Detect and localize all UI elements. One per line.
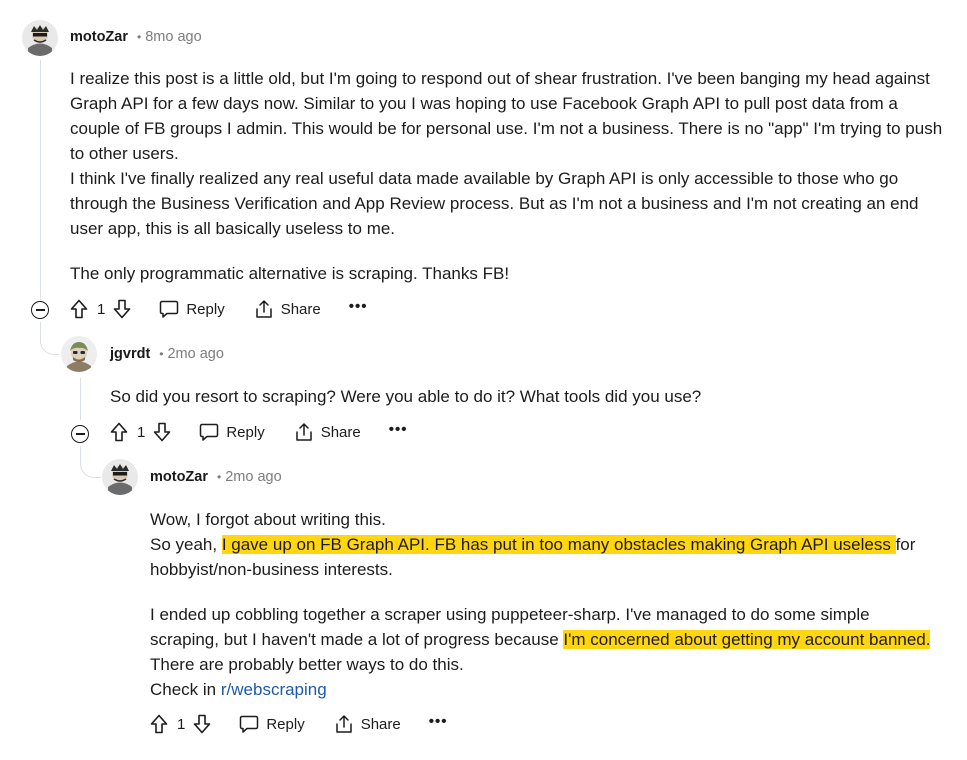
arrow-down-icon — [154, 422, 171, 442]
timestamp[interactable]: 2mo ago — [167, 346, 223, 362]
text-segment: There are probably better ways to do thi… — [150, 655, 464, 674]
comment-paragraph: Check in r/webscraping — [150, 677, 940, 702]
share-label: Share — [320, 423, 361, 441]
timestamp[interactable]: 8mo ago — [145, 29, 201, 45]
comment-header: motoZar • 8mo ago — [70, 29, 202, 45]
upvote-button[interactable] — [150, 714, 168, 734]
thread-line-mid — [80, 378, 81, 420]
speech-bubble-icon — [160, 300, 179, 318]
downvote-button[interactable] — [153, 422, 171, 442]
text-segment: Check in — [150, 680, 221, 699]
arrow-up-icon — [150, 714, 168, 734]
comment-header: jgvrdt • 2mo ago — [110, 346, 224, 362]
avatar[interactable] — [102, 459, 138, 495]
share-label: Share — [360, 715, 401, 733]
share-button[interactable]: Share — [294, 422, 361, 442]
separator-dot: • — [137, 30, 142, 44]
comment-paragraph: So did you resort to scraping? Were you … — [110, 387, 702, 406]
share-icon — [255, 300, 272, 318]
reply-button[interactable]: Reply — [159, 299, 225, 319]
vote-count: 1 — [177, 715, 186, 733]
upvote-button[interactable] — [70, 299, 88, 319]
arrow-up-icon — [110, 422, 128, 442]
text-segment: So yeah, — [150, 535, 222, 554]
upvote-button[interactable] — [110, 422, 128, 442]
more-options-button[interactable]: ••• — [429, 714, 448, 729]
comment-paragraph: The only programmatic alternative is scr… — [70, 264, 510, 283]
comment-paragraph: I think I've finally realized any real u… — [70, 169, 919, 238]
downvote-button[interactable] — [193, 714, 211, 734]
comment-header: motoZar • 2mo ago — [150, 469, 282, 485]
separator-dot: • — [159, 347, 164, 361]
comment-body: I realize this post is a little old, but… — [70, 66, 950, 286]
reply-label: Reply — [186, 300, 225, 318]
comment-body: Wow, I forgot about writing this. So yea… — [150, 507, 940, 702]
share-icon — [295, 423, 312, 441]
reply-label: Reply — [266, 715, 305, 733]
comment-paragraph: I realize this post is a little old, but… — [70, 69, 943, 163]
highlighted-text: I gave up on FB Graph API. FB has put in… — [221, 535, 896, 554]
arrow-down-icon — [194, 714, 211, 734]
speech-bubble-icon — [200, 423, 219, 441]
comment-action-bar: 1 Reply Share ••• — [150, 714, 448, 734]
username[interactable]: jgvrdt — [110, 346, 150, 362]
share-button[interactable]: Share — [334, 714, 401, 734]
timestamp[interactable]: 2mo ago — [225, 469, 281, 485]
arrow-up-icon — [70, 299, 88, 319]
comment-paragraph: Wow, I forgot about writing this. — [150, 510, 386, 529]
avatar[interactable] — [22, 20, 58, 56]
comment-body: So did you resort to scraping? Were you … — [110, 384, 950, 409]
highlighted-text: I'm concerned about getting my account b… — [563, 630, 931, 649]
vote-count: 1 — [137, 423, 146, 441]
vote-count: 1 — [97, 300, 106, 318]
reply-button[interactable]: Reply — [199, 422, 265, 442]
thread-line-top — [40, 60, 41, 300]
username[interactable]: motoZar — [70, 29, 128, 45]
more-options-button[interactable]: ••• — [389, 422, 408, 437]
avatar[interactable] — [61, 336, 97, 372]
subreddit-link[interactable]: r/webscraping — [221, 680, 327, 699]
more-options-button[interactable]: ••• — [349, 299, 368, 314]
reply-button[interactable]: Reply — [239, 714, 305, 734]
comment-action-bar: 1 Reply Share ••• — [70, 299, 368, 319]
arrow-down-icon — [114, 299, 131, 319]
username[interactable]: motoZar — [150, 469, 208, 485]
comment-paragraph: So yeah, I gave up on FB Graph API. FB h… — [150, 532, 940, 582]
thread-connector-reply-1 — [40, 322, 59, 355]
collapse-thread-button[interactable] — [71, 425, 89, 443]
collapse-thread-button[interactable] — [31, 301, 49, 319]
reply-label: Reply — [226, 423, 265, 441]
share-label: Share — [280, 300, 321, 318]
speech-bubble-icon — [240, 715, 259, 733]
downvote-button[interactable] — [113, 299, 131, 319]
share-icon — [335, 715, 352, 733]
thread-connector-reply-2 — [80, 446, 101, 478]
share-button[interactable]: Share — [254, 299, 321, 319]
separator-dot: • — [217, 470, 222, 484]
comment-paragraph: I ended up cobbling together a scraper u… — [150, 602, 940, 677]
comment-action-bar: 1 Reply Share ••• — [110, 422, 408, 442]
